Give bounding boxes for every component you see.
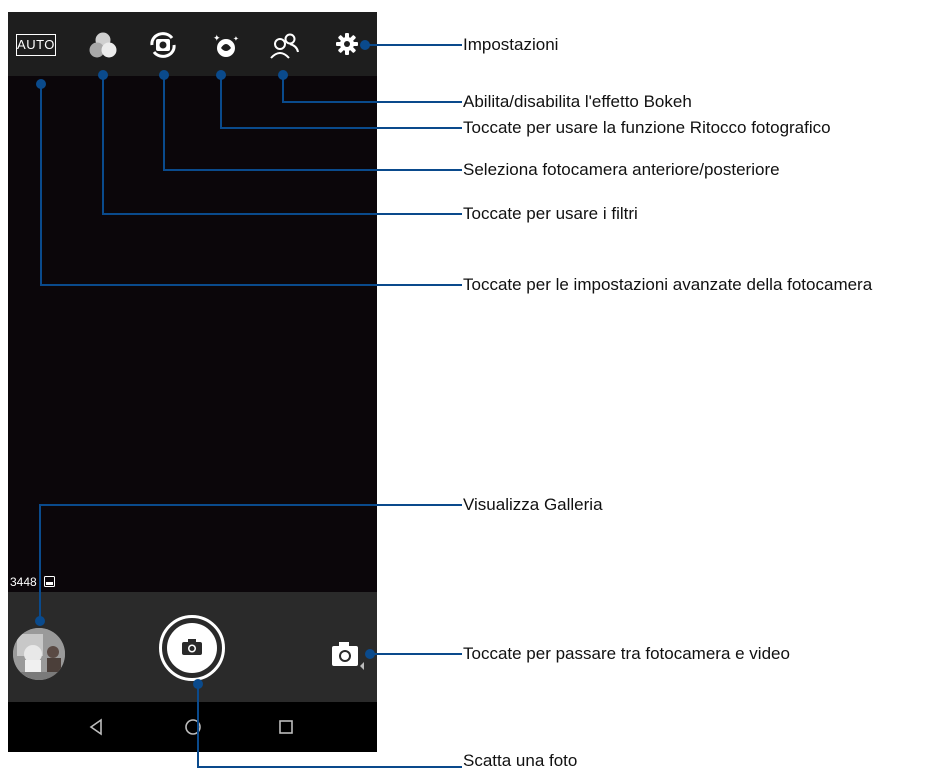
callout-dot-filters (98, 70, 108, 80)
callout-dot-mode (365, 649, 375, 659)
callout-dot-bokeh (278, 70, 288, 80)
callout-advanced-label: Toccate per le impostazioni avanzate del… (463, 275, 873, 294)
callout-line-switch-camera (163, 75, 462, 171)
callout-mode-label: Toccate per passare tra fotocamera e vid… (463, 644, 790, 663)
callout-line-bokeh (282, 75, 462, 103)
callout-line-advanced (40, 84, 462, 286)
callout-shutter-label: Scatta una foto (463, 751, 578, 770)
callout-line-shutter (197, 684, 462, 768)
callout-dot-settings (360, 40, 370, 50)
callout-switch-camera-label: Seleziona fotocamera anteriore/posterior… (463, 160, 780, 179)
callout-dot-beautification (216, 70, 226, 80)
callout-filters-label: Toccate per usare i filtri (463, 204, 638, 223)
callout-dot-switch-camera (159, 70, 169, 80)
callout-settings-label: Impostazioni (463, 35, 559, 54)
callout-dot-gallery (35, 616, 45, 626)
callout-dot-shutter (193, 679, 203, 689)
callout-dot-advanced (36, 79, 46, 89)
callout-beautification-label: Toccate per usare la funzione Ritocco fo… (463, 118, 831, 137)
callout-bokeh-label: Abilita/disabilita l'effetto Bokeh (463, 92, 692, 111)
callout-line-gallery (39, 504, 462, 621)
callout-gallery-label: Visualizza Galleria (463, 495, 603, 514)
